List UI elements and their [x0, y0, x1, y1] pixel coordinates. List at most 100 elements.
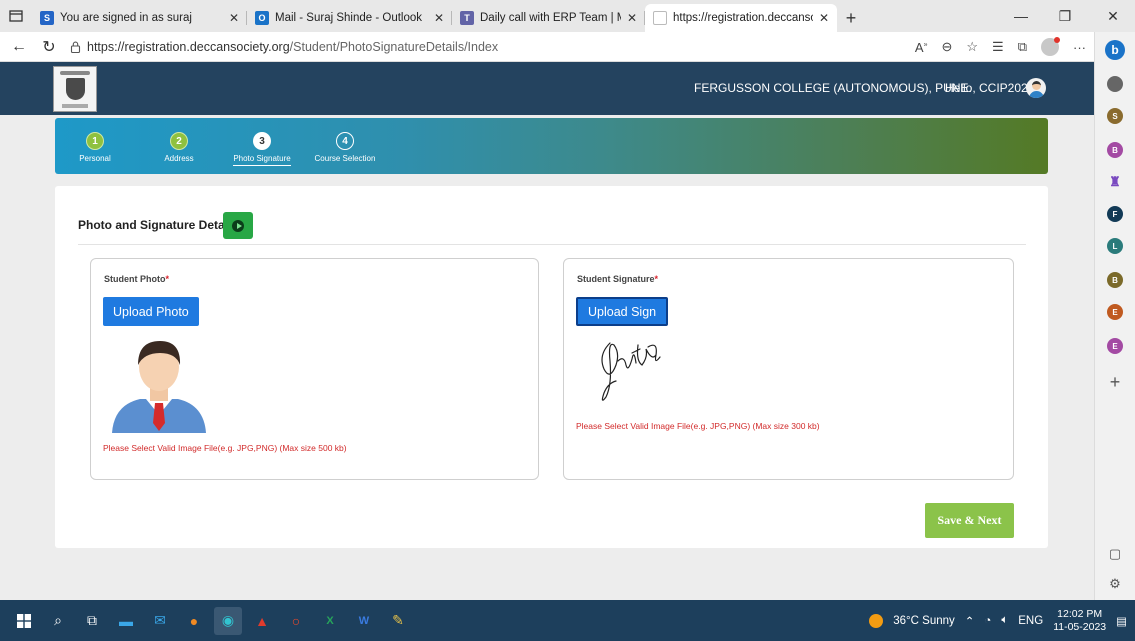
close-tab-icon[interactable]: ✕	[819, 11, 829, 25]
games-icon[interactable]: ♜	[1107, 174, 1123, 190]
save-next-button[interactable]: Save & Next	[925, 503, 1014, 538]
windows-taskbar: ⌕ ⧉ ▬ ✉ ● ◉ ▲ ○ X W ✎ 36°C Sunny ⌃ ◔ 🔈︎ …	[0, 600, 1135, 641]
clock-date: 11-05-2023	[1053, 620, 1107, 633]
browser-tab-signed-in[interactable]: S You are signed in as suraj ✕	[32, 4, 247, 32]
excel-icon[interactable]: X	[316, 607, 344, 635]
site-header: FERGUSSON COLLEGE (AUTONOMOUS), PUNE. He…	[0, 62, 1094, 115]
url-path: /Student/PhotoSignatureDetails/Index	[289, 39, 499, 54]
sidebar-app-l-icon[interactable]: L	[1107, 238, 1123, 254]
step-number: 1	[86, 132, 104, 150]
step-label: Address	[164, 154, 194, 163]
step-label: Personal	[79, 154, 111, 163]
new-tab-icon[interactable]: +	[837, 4, 865, 32]
volume-icon[interactable]: 🔈︎	[1001, 614, 1008, 627]
favorites-icon[interactable]: ☰	[992, 39, 1004, 55]
sidebar-app-s-icon[interactable]: S	[1107, 108, 1123, 124]
address-bar-tools: A» ⊖ ☆ ☰ ⧉ ···	[915, 32, 1086, 62]
step-photo-signature[interactable]: 3 Photo Signature	[222, 132, 302, 166]
file-explorer-icon[interactable]: ▬	[112, 607, 140, 635]
signature-error-message: Please Select Valid Image File(e.g. JPG,…	[576, 421, 820, 431]
lock-icon	[70, 41, 81, 53]
sidebar-app-e-icon[interactable]: E	[1107, 304, 1123, 320]
user-greeting: Hello, CCIP2023	[945, 81, 1035, 95]
read-aloud-icon[interactable]: A»	[915, 40, 928, 55]
browser-tab-teams[interactable]: T Daily call with ERP Team | Micros ✕	[452, 4, 645, 32]
sidebar-app-b-icon[interactable]: B	[1107, 142, 1123, 158]
system-tray: 36°C Sunny ⌃ ◔ 🔈︎ ENG 12:02 PM 11-05-202…	[869, 600, 1127, 641]
close-tab-icon[interactable]: ✕	[229, 11, 239, 25]
restore-icon[interactable]: ❐	[1043, 0, 1087, 32]
add-app-icon[interactable]: +	[1107, 372, 1123, 393]
student-photo-panel: Student Photo* Upload Photo Please Selec…	[90, 258, 539, 480]
add-favorite-icon[interactable]: ☆	[966, 39, 978, 55]
acrobat-icon[interactable]: ▲	[248, 607, 276, 635]
url-field[interactable]: https://registration.deccansociety.org/S…	[70, 40, 498, 54]
settings-gear-icon[interactable]: ⚙	[1107, 576, 1123, 592]
task-view-icon[interactable]: ⧉	[78, 607, 106, 635]
mail-icon[interactable]: ✉	[146, 607, 174, 635]
step-number: 3	[253, 132, 271, 150]
step-course-selection[interactable]: 4 Course Selection	[305, 132, 385, 163]
profile-dot-icon[interactable]	[1107, 76, 1123, 92]
close-tab-icon[interactable]: ✕	[434, 11, 444, 25]
search-icon[interactable]: ⌕	[44, 607, 72, 635]
tab-actions-icon[interactable]	[0, 0, 32, 32]
clock[interactable]: 12:02 PM 11-05-2023	[1053, 608, 1106, 634]
upload-photo-button[interactable]: Upload Photo	[103, 297, 199, 326]
step-personal[interactable]: 1 Personal	[55, 132, 135, 163]
sidebar-app-e2-icon[interactable]: E	[1107, 338, 1123, 354]
sidebar-toggle-icon[interactable]: ▢	[1107, 546, 1123, 562]
firefox-icon[interactable]: ●	[180, 607, 208, 635]
opera-icon[interactable]: ○	[282, 607, 310, 635]
browser-tab-outlook[interactable]: O Mail - Suraj Shinde - Outlook ✕	[247, 4, 452, 32]
weather-text[interactable]: 36°C Sunny	[893, 615, 955, 627]
sharepoint-icon: S	[40, 11, 54, 25]
sidebar-app-f-icon[interactable]: F	[1107, 206, 1123, 222]
browser-tab-registration[interactable]: https://registration.deccansociety ✕	[645, 4, 837, 32]
step-address[interactable]: 2 Address	[139, 132, 219, 163]
play-icon	[232, 219, 244, 232]
show-hidden-icons-icon[interactable]: ⌃	[965, 614, 975, 628]
notifications-icon[interactable]: ▤	[1116, 614, 1127, 628]
close-window-icon[interactable]: ✕	[1091, 0, 1135, 32]
user-avatar[interactable]	[1026, 78, 1046, 98]
help-video-button[interactable]	[223, 212, 253, 239]
zoom-icon[interactable]: ⊖	[941, 39, 952, 55]
college-logo	[53, 66, 97, 112]
minimize-icon[interactable]: —	[999, 0, 1043, 32]
page-viewport: FERGUSSON COLLEGE (AUTONOMOUS), PUNE. He…	[0, 62, 1094, 600]
step-number: 4	[336, 132, 354, 150]
student-signature-panel: Student Signature* Upload Sign Please Se…	[563, 258, 1014, 480]
windows-start-icon[interactable]	[10, 607, 38, 635]
signature-sample-image	[601, 342, 661, 401]
section-title: Photo and Signature Details	[78, 218, 239, 232]
browser-tab-strip: S You are signed in as suraj ✕ O Mail - …	[0, 0, 1135, 32]
bing-icon[interactable]: b	[1105, 40, 1125, 60]
signature-label: Student Signature*	[577, 274, 659, 284]
profile-avatar[interactable]	[1041, 37, 1060, 56]
tab-title: https://registration.deccansociety	[673, 12, 813, 24]
word-icon[interactable]: W	[350, 607, 378, 635]
refresh-icon[interactable]: ↻	[34, 32, 64, 62]
page-icon	[653, 11, 667, 25]
photo-error-message: Please Select Valid Image File(e.g. JPG,…	[103, 443, 347, 453]
tab-title: You are signed in as suraj	[60, 12, 192, 24]
photo-label: Student Photo*	[104, 274, 170, 284]
edge-icon[interactable]: ◉	[214, 606, 242, 635]
photo-placeholder-avatar	[112, 341, 206, 433]
close-tab-icon[interactable]: ✕	[627, 11, 637, 25]
upload-sign-button[interactable]: Upload Sign	[576, 297, 669, 326]
back-icon[interactable]: ←	[4, 32, 34, 62]
more-menu-icon[interactable]: ···	[1073, 40, 1086, 55]
network-icon[interactable]: ◔	[984, 615, 991, 627]
step-label: Photo Signature	[233, 154, 291, 166]
registration-stepper: 1 Personal 2 Address 3 Photo Signature 4…	[55, 118, 1048, 174]
url-base: https://registration.deccansociety.org	[87, 39, 290, 54]
sidebar-app-b2-icon[interactable]: B	[1107, 272, 1123, 288]
language-indicator[interactable]: ENG	[1018, 615, 1043, 627]
collections-icon[interactable]: ⧉	[1018, 39, 1027, 55]
step-label: Course Selection	[314, 154, 376, 163]
paint-icon[interactable]: ✎	[384, 607, 412, 635]
edge-sidebar: b S B ♜ F L B E E + ▢ ⚙	[1094, 32, 1135, 600]
step-number: 2	[170, 132, 188, 150]
